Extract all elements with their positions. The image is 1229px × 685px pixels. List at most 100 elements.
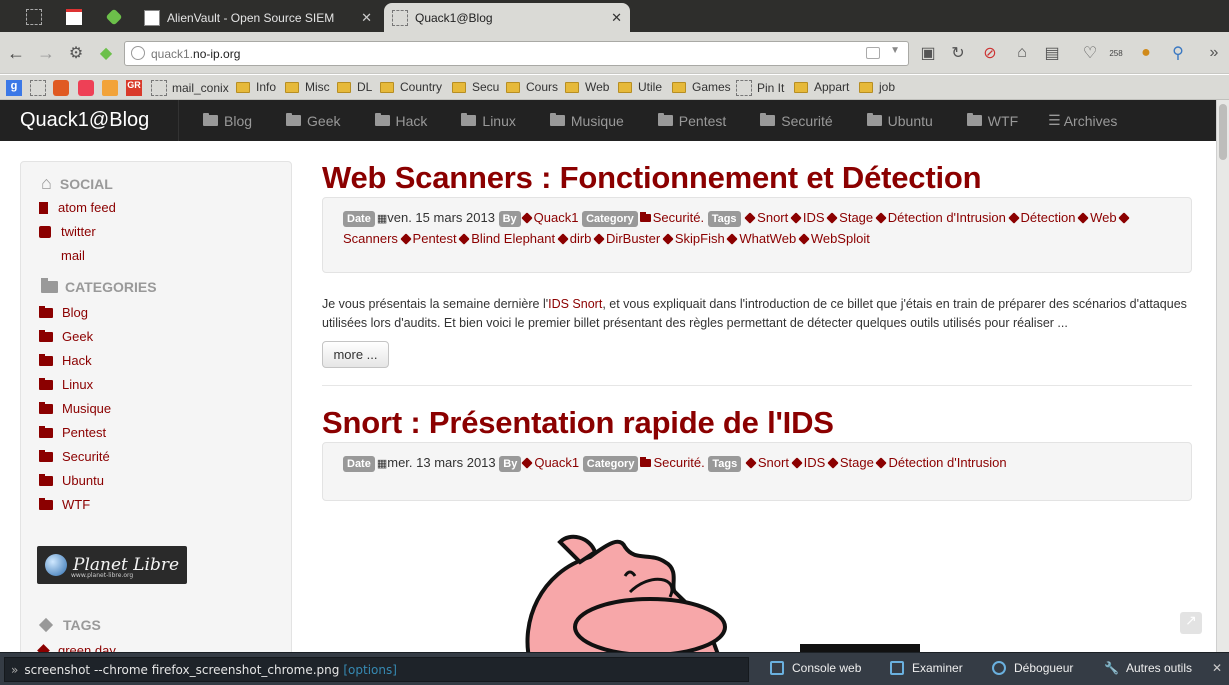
home-icon[interactable]: ⌂ bbox=[1010, 41, 1034, 65]
bookmark-appart[interactable]: Appart bbox=[794, 80, 849, 94]
category-securite[interactable]: Securité bbox=[39, 449, 110, 464]
bookmark-secu[interactable]: Secu bbox=[452, 80, 499, 94]
post-tag[interactable]: Détection bbox=[1010, 210, 1076, 225]
nav-linux[interactable]: Linux bbox=[461, 113, 516, 129]
post-title[interactable]: Snort : Présentation rapide de l'IDS bbox=[322, 405, 834, 441]
tag-green-day[interactable]: green day bbox=[37, 643, 116, 652]
post-tag[interactable]: Web bbox=[1079, 210, 1117, 225]
reload-icon[interactable]: ↻ bbox=[946, 41, 970, 65]
scrollbar-thumb[interactable] bbox=[1219, 104, 1227, 160]
post-tag[interactable]: Snort bbox=[747, 455, 789, 470]
nav-ubuntu[interactable]: Ubuntu bbox=[866, 113, 933, 129]
post-tag[interactable]: Détection d'Intrusion bbox=[877, 210, 1006, 225]
url-bar[interactable]: quack1. no-ip.org ▼ bbox=[124, 41, 909, 66]
nav-wtf[interactable]: WTF bbox=[966, 113, 1018, 129]
block-icon[interactable]: ⊘ bbox=[978, 41, 1002, 65]
dropdown-arrow-icon[interactable]: ▼ bbox=[890, 45, 900, 56]
bookmark-utile[interactable]: Utile bbox=[618, 80, 662, 94]
forward-arrow-icon[interactable]: → bbox=[34, 41, 58, 65]
category-pentest[interactable]: Pentest bbox=[39, 425, 106, 440]
close-tab-icon[interactable]: ✕ bbox=[361, 10, 372, 26]
close-tab-icon[interactable]: ✕ bbox=[611, 10, 622, 26]
addon-icon[interactable]: ▣ bbox=[916, 41, 940, 65]
pocket-icon[interactable] bbox=[866, 47, 880, 59]
page-scrollbar[interactable] bbox=[1216, 100, 1229, 652]
post-tag[interactable]: Pentest bbox=[402, 231, 457, 246]
bookmark-ubuntu-icon[interactable] bbox=[53, 80, 69, 96]
inspector-button[interactable]: Examiner bbox=[890, 661, 963, 675]
post-tag[interactable]: dirb bbox=[559, 231, 592, 246]
bookmark-country[interactable]: Country bbox=[380, 80, 442, 94]
social-twitter[interactable]: twitter bbox=[39, 224, 96, 239]
nav-hack[interactable]: Hack bbox=[374, 113, 427, 129]
web-console-button[interactable]: Console web bbox=[770, 661, 861, 675]
nav-musique[interactable]: Musique bbox=[549, 113, 624, 129]
social-mail[interactable]: mail bbox=[61, 248, 85, 263]
category-blog[interactable]: Blog bbox=[39, 305, 88, 320]
nav-blog[interactable]: Blog bbox=[203, 113, 252, 129]
bookmark-google-icon[interactable]: g bbox=[6, 80, 22, 96]
ids-snort-link[interactable]: IDS Snort bbox=[548, 297, 602, 311]
debugger-button[interactable]: Débogueur bbox=[992, 661, 1073, 675]
post-tag[interactable]: IDS bbox=[793, 455, 826, 470]
post-category[interactable]: Securité. bbox=[640, 455, 705, 470]
more-button[interactable]: more ... bbox=[322, 341, 389, 368]
post-tag[interactable]: Stage bbox=[828, 210, 873, 225]
downloads-icon[interactable]: ▤ bbox=[1040, 41, 1064, 65]
bookmark-blank-icon[interactable] bbox=[30, 80, 46, 96]
nav-securite[interactable]: Securité bbox=[760, 113, 833, 129]
menu-icon[interactable]: » bbox=[1202, 41, 1226, 65]
category-hack[interactable]: Hack bbox=[39, 353, 92, 368]
post-tag[interactable]: WebSploit bbox=[800, 231, 870, 246]
post-tag[interactable]: Stage bbox=[829, 455, 874, 470]
post-tag[interactable]: Snort bbox=[746, 210, 788, 225]
bookmark-misc[interactable]: Misc bbox=[285, 80, 330, 94]
category-musique[interactable]: Musique bbox=[39, 401, 111, 416]
back-arrow-icon[interactable]: ← bbox=[4, 41, 28, 65]
post-tag[interactable]: WhatWeb bbox=[728, 231, 796, 246]
bookmark-web[interactable]: Web bbox=[565, 80, 609, 94]
planet-libre-badge[interactable]: Planet Libre www.planet-libre.org bbox=[37, 546, 187, 584]
bookmark-dl[interactable]: DL bbox=[337, 80, 372, 94]
bookmark-info[interactable]: Info bbox=[236, 80, 276, 94]
search-icon[interactable]: ⚲ bbox=[1166, 41, 1190, 65]
post-author[interactable]: Quack1 bbox=[523, 455, 579, 470]
category-geek[interactable]: Geek bbox=[39, 329, 93, 344]
category-ubuntu[interactable]: Ubuntu bbox=[39, 473, 104, 488]
category-wtf[interactable]: WTF bbox=[39, 497, 90, 512]
feedly-toolbar-icon[interactable]: ◆ bbox=[94, 41, 118, 65]
other-tools-button[interactable]: 🔧 Autres outils bbox=[1104, 661, 1192, 675]
bookmark-chart-icon[interactable] bbox=[102, 80, 118, 96]
post-tag[interactable]: IDS bbox=[792, 210, 825, 225]
bookmark-cours[interactable]: Cours bbox=[506, 80, 558, 94]
pinned-tab-gmail[interactable] bbox=[54, 4, 94, 30]
post-tag[interactable]: Blind Elephant bbox=[460, 231, 555, 246]
bookmark-job[interactable]: job bbox=[859, 80, 895, 94]
pinned-tab-feedly[interactable] bbox=[94, 4, 134, 30]
counter-badge[interactable]: 258 bbox=[1104, 41, 1128, 65]
nav-pentest[interactable]: Pentest bbox=[657, 113, 726, 129]
bookmark-games[interactable]: Games bbox=[672, 80, 731, 94]
post-title[interactable]: Web Scanners : Fonctionnement et Détecti… bbox=[322, 160, 982, 196]
social-atom-feed[interactable]: atom feed bbox=[39, 200, 116, 215]
tab-quack1-blog[interactable]: Quack1@Blog ✕ bbox=[384, 3, 630, 32]
tab-alienvault[interactable]: AlienVault - Open Source SIEM ✕ bbox=[136, 3, 380, 32]
share-icon[interactable]: ↗ bbox=[1180, 612, 1202, 634]
pinned-tab-blank[interactable] bbox=[14, 4, 54, 30]
bookmark-pin-it[interactable]: Pin It bbox=[736, 80, 784, 96]
post-tag[interactable]: DirBuster bbox=[595, 231, 660, 246]
gcli-command-input[interactable]: » screenshot --chrome firefox_screenshot… bbox=[4, 657, 749, 682]
pocket-toolbar-icon[interactable]: ♡ bbox=[1078, 41, 1102, 65]
profile-icon[interactable]: ● bbox=[1134, 41, 1158, 65]
bookmark-pocket-icon[interactable] bbox=[78, 80, 94, 96]
nav-geek[interactable]: Geek bbox=[286, 113, 341, 129]
nav-archives[interactable]: ☰ Archives bbox=[1048, 112, 1117, 129]
bookmark-gr-icon[interactable]: GR bbox=[126, 80, 142, 96]
bookmark-mail-conix[interactable]: mail_conix bbox=[151, 80, 229, 96]
post-tag[interactable]: SkipFish bbox=[664, 231, 725, 246]
close-toolbar-icon[interactable]: ✕ bbox=[1212, 661, 1222, 675]
post-author[interactable]: Quack1 bbox=[523, 210, 579, 225]
post-category[interactable]: Securité. bbox=[639, 210, 704, 225]
post-tag[interactable]: Détection d'Intrusion bbox=[877, 455, 1006, 470]
site-brand[interactable]: Quack1@Blog bbox=[20, 109, 149, 132]
